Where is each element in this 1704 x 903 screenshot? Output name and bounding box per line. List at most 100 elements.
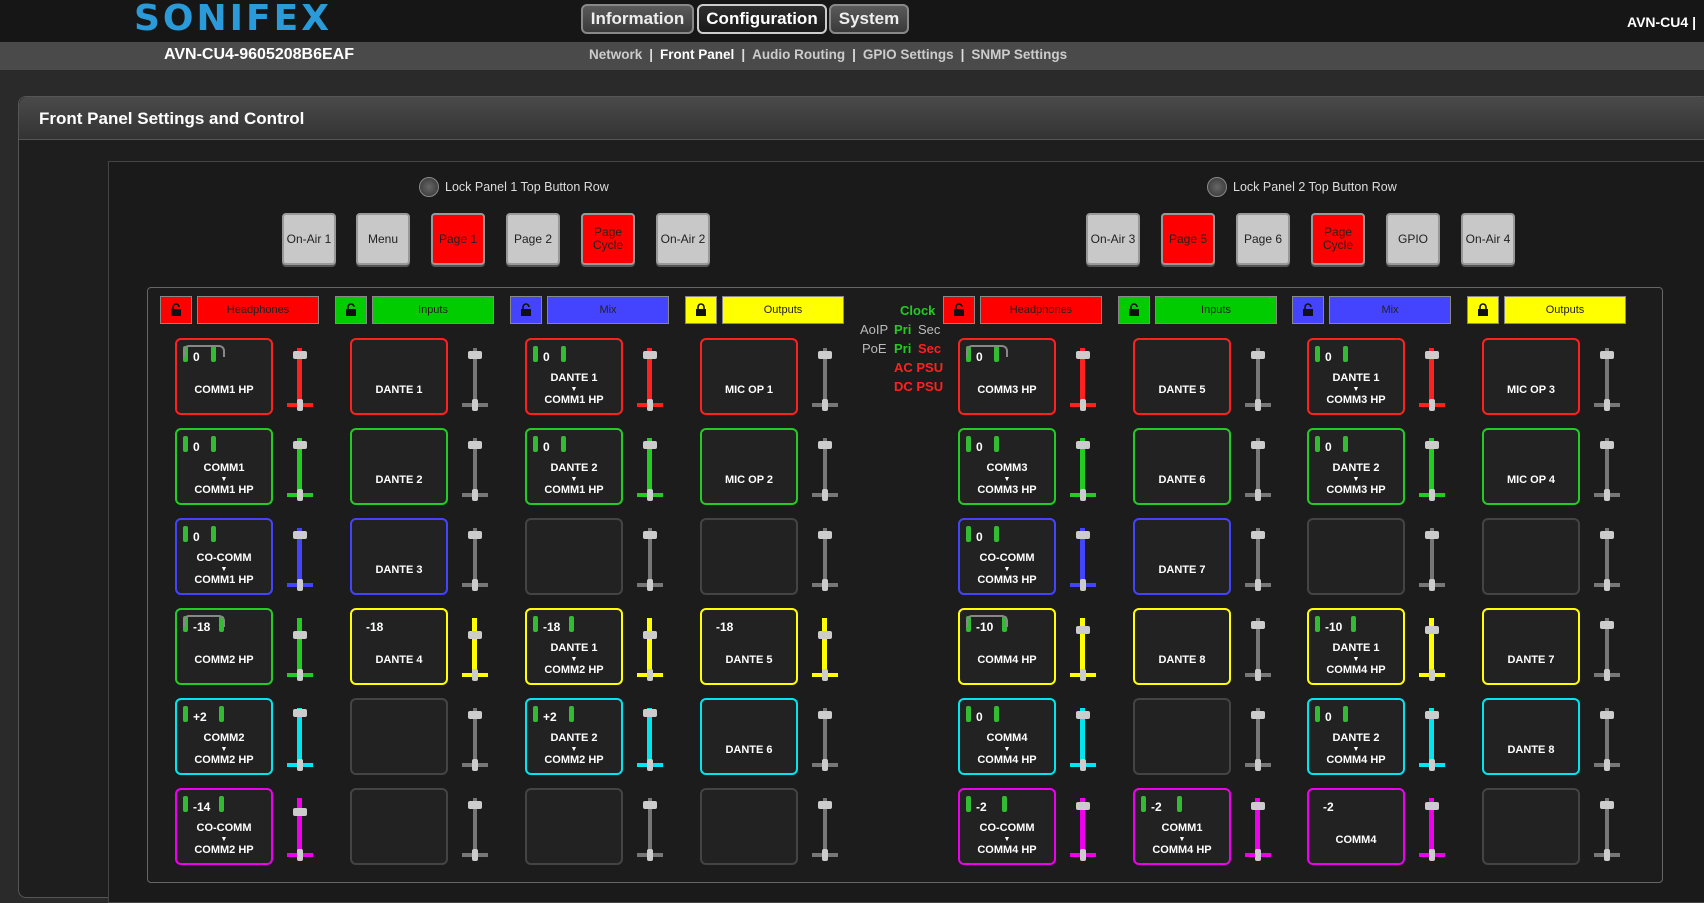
- link-front-panel[interactable]: Front Panel: [657, 47, 737, 62]
- fader-knob[interactable]: [1076, 441, 1090, 449]
- fader-c6-r5[interactable]: [1243, 702, 1273, 774]
- top-button-3[interactable]: Page 1: [431, 213, 485, 265]
- fader-c5-r6[interactable]: [1068, 792, 1098, 864]
- column-lock-3-icon[interactable]: [510, 296, 542, 324]
- lock-panel-2[interactable]: Lock Panel 2 Top Button Row: [1207, 177, 1397, 197]
- fader-knob[interactable]: [1600, 531, 1614, 539]
- top-button-10[interactable]: Page Cycle: [1311, 213, 1365, 265]
- panel-button-c3-r5[interactable]: +2 DANTE 2 ▼ COMM2 HP: [525, 698, 623, 775]
- fader-knob[interactable]: [293, 709, 307, 717]
- panel-button-c8-r5[interactable]: DANTE 8: [1482, 698, 1580, 775]
- link-snmp-settings[interactable]: SNMP Settings: [968, 47, 1070, 62]
- column-header-8[interactable]: Outputs: [1504, 296, 1626, 324]
- fader-knob[interactable]: [1251, 621, 1265, 629]
- fader-c5-r2[interactable]: [1068, 432, 1098, 504]
- fader-c2-r6[interactable]: [460, 792, 490, 864]
- column-header-5[interactable]: Headphones: [980, 296, 1102, 324]
- fader-knob[interactable]: [643, 631, 657, 639]
- fader-c8-r4[interactable]: [1592, 612, 1622, 684]
- panel-button-c7-r1[interactable]: 0 DANTE 1 ▼ COMM3 HP: [1307, 338, 1405, 415]
- fader-knob[interactable]: [468, 441, 482, 449]
- panel-button-c6-r3[interactable]: DANTE 7: [1133, 518, 1231, 595]
- panel-button-c7-r6[interactable]: -2 COMM4: [1307, 788, 1405, 865]
- fader-knob[interactable]: [1251, 441, 1265, 449]
- column-lock-2-icon[interactable]: [335, 296, 367, 324]
- panel-button-c1-r1[interactable]: 0 COMM1 HP: [175, 338, 273, 415]
- panel-button-c4-r3[interactable]: [700, 518, 798, 595]
- fader-c4-r4[interactable]: [810, 612, 840, 684]
- fader-c5-r1[interactable]: [1068, 342, 1098, 414]
- tab-information[interactable]: Information: [581, 4, 694, 34]
- fader-knob[interactable]: [468, 711, 482, 719]
- panel-button-c4-r6[interactable]: [700, 788, 798, 865]
- top-button-2[interactable]: Menu: [356, 213, 410, 265]
- panel-button-c2-r4[interactable]: -18 DANTE 4: [350, 608, 448, 685]
- fader-c4-r5[interactable]: [810, 702, 840, 774]
- top-button-7[interactable]: On-Air 3: [1086, 213, 1140, 265]
- fader-c8-r3[interactable]: [1592, 522, 1622, 594]
- top-button-12[interactable]: On-Air 4: [1461, 213, 1515, 265]
- fader-c1-r3[interactable]: [285, 522, 315, 594]
- fader-c3-r4[interactable]: [635, 612, 665, 684]
- panel-button-c7-r2[interactable]: 0 DANTE 2 ▼ COMM3 HP: [1307, 428, 1405, 505]
- fader-c7-r2[interactable]: [1417, 432, 1447, 504]
- fader-c2-r5[interactable]: [460, 702, 490, 774]
- fader-knob[interactable]: [293, 631, 307, 639]
- tab-configuration[interactable]: Configuration: [697, 4, 827, 34]
- fader-c7-r3[interactable]: [1417, 522, 1447, 594]
- panel-button-c6-r2[interactable]: DANTE 6: [1133, 428, 1231, 505]
- fader-knob[interactable]: [643, 709, 657, 717]
- fader-c4-r1[interactable]: [810, 342, 840, 414]
- fader-c1-r6[interactable]: [285, 792, 315, 864]
- fader-knob[interactable]: [468, 351, 482, 359]
- panel-button-c4-r4[interactable]: -18 DANTE 5: [700, 608, 798, 685]
- fader-c7-r5[interactable]: [1417, 702, 1447, 774]
- fader-knob[interactable]: [818, 531, 832, 539]
- panel-button-c5-r5[interactable]: 0 COMM4 ▼ COMM4 HP: [958, 698, 1056, 775]
- panel-button-c4-r2[interactable]: MIC OP 2: [700, 428, 798, 505]
- panel-button-c6-r4[interactable]: DANTE 8: [1133, 608, 1231, 685]
- fader-knob[interactable]: [1425, 351, 1439, 359]
- panel-button-c8-r6[interactable]: [1482, 788, 1580, 865]
- column-header-2[interactable]: Inputs: [372, 296, 494, 324]
- panel-button-c5-r1[interactable]: 0 COMM3 HP: [958, 338, 1056, 415]
- link-network[interactable]: Network: [586, 47, 645, 62]
- column-header-6[interactable]: Inputs: [1155, 296, 1277, 324]
- column-header-4[interactable]: Outputs: [722, 296, 844, 324]
- fader-c7-r1[interactable]: [1417, 342, 1447, 414]
- panel-button-c8-r3[interactable]: [1482, 518, 1580, 595]
- top-button-4[interactable]: Page 2: [506, 213, 560, 265]
- panel-button-c7-r4[interactable]: -10 DANTE 1 ▼ COMM4 HP: [1307, 608, 1405, 685]
- fader-knob[interactable]: [643, 531, 657, 539]
- panel-button-c3-r6[interactable]: [525, 788, 623, 865]
- panel-button-c3-r1[interactable]: 0 DANTE 1 ▼ COMM1 HP: [525, 338, 623, 415]
- column-header-3[interactable]: Mix: [547, 296, 669, 324]
- top-button-1[interactable]: On-Air 1: [282, 213, 336, 265]
- panel-button-c8-r4[interactable]: DANTE 7: [1482, 608, 1580, 685]
- fader-knob[interactable]: [643, 801, 657, 809]
- panel-button-c5-r6[interactable]: -2 CO-COMM ▼ COMM4 HP: [958, 788, 1056, 865]
- fader-knob[interactable]: [818, 441, 832, 449]
- fader-c7-r6[interactable]: [1417, 792, 1447, 864]
- fader-c2-r1[interactable]: [460, 342, 490, 414]
- column-lock-6-icon[interactable]: [1118, 296, 1150, 324]
- fader-c1-r2[interactable]: [285, 432, 315, 504]
- fader-knob[interactable]: [1251, 711, 1265, 719]
- fader-knob[interactable]: [818, 631, 832, 639]
- fader-knob[interactable]: [1251, 531, 1265, 539]
- column-header-1[interactable]: Headphones: [197, 296, 319, 324]
- fader-c3-r5[interactable]: [635, 702, 665, 774]
- lock-panel-1[interactable]: Lock Panel 1 Top Button Row: [419, 177, 609, 197]
- fader-knob[interactable]: [293, 531, 307, 539]
- panel-button-c3-r2[interactable]: 0 DANTE 2 ▼ COMM1 HP: [525, 428, 623, 505]
- fader-knob[interactable]: [1076, 626, 1090, 634]
- link-audio-routing[interactable]: Audio Routing: [749, 47, 848, 62]
- panel-button-c1-r2[interactable]: 0 COMM1 ▼ COMM1 HP: [175, 428, 273, 505]
- fader-knob[interactable]: [1251, 802, 1265, 810]
- fader-c3-r1[interactable]: [635, 342, 665, 414]
- panel-button-c2-r1[interactable]: DANTE 1: [350, 338, 448, 415]
- fader-knob[interactable]: [1425, 711, 1439, 719]
- fader-c6-r4[interactable]: [1243, 612, 1273, 684]
- fader-c4-r2[interactable]: [810, 432, 840, 504]
- panel-button-c1-r3[interactable]: 0 CO-COMM ▼ COMM1 HP: [175, 518, 273, 595]
